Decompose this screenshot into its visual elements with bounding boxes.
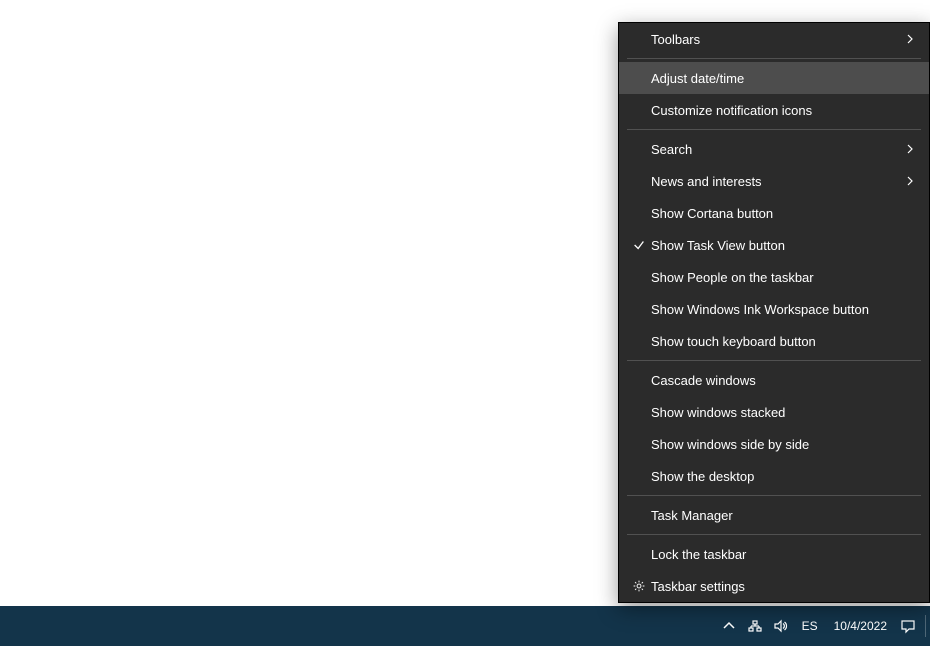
speaker-icon xyxy=(772,617,790,635)
chevron-right-icon xyxy=(903,142,917,156)
desktop: ES 10/4/2022 Toolbars Adjust date/time Cus… xyxy=(0,0,930,646)
menu-item-label: Task Manager xyxy=(651,508,917,523)
menu-item-label: Customize notification icons xyxy=(651,103,917,118)
menu-item-icon-empty xyxy=(627,31,651,47)
menu-separator xyxy=(627,360,921,361)
menu-item-label: Toolbars xyxy=(651,32,903,47)
menu-item-label: Show Windows Ink Workspace button xyxy=(651,302,917,317)
menu-item-show-ink[interactable]: Show Windows Ink Workspace button xyxy=(619,293,929,325)
menu-item-label: Cascade windows xyxy=(651,373,917,388)
menu-item-task-manager[interactable]: Task Manager xyxy=(619,499,929,531)
taskbar-context-menu: Toolbars Adjust date/time Customize notifi… xyxy=(618,22,930,603)
menu-item-icon-empty xyxy=(627,301,651,317)
menu-separator xyxy=(627,129,921,130)
menu-item-show-cortana[interactable]: Show Cortana button xyxy=(619,197,929,229)
notification-icon xyxy=(899,617,917,635)
clock-date: 10/4/2022 xyxy=(834,619,887,633)
taskbar[interactable]: ES 10/4/2022 xyxy=(0,606,930,646)
network-button[interactable] xyxy=(742,606,768,646)
language-indicator[interactable]: ES xyxy=(794,606,826,646)
menu-item-label: Show windows side by side xyxy=(651,437,917,452)
menu-item-icon-empty xyxy=(627,173,651,189)
menu-item-icon-empty xyxy=(627,333,651,349)
menu-item-stacked[interactable]: Show windows stacked xyxy=(619,396,929,428)
menu-item-icon-empty xyxy=(627,436,651,452)
chevron-right-icon xyxy=(903,32,917,46)
volume-button[interactable] xyxy=(768,606,794,646)
chevron-right-icon xyxy=(903,174,917,188)
menu-item-label: Adjust date/time xyxy=(651,71,917,86)
menu-item-show-desktop[interactable]: Show the desktop xyxy=(619,460,929,492)
menu-item-label: Lock the taskbar xyxy=(651,547,917,562)
menu-item-icon-empty xyxy=(627,468,651,484)
menu-item-search[interactable]: Search xyxy=(619,133,929,165)
show-desktop-sliver[interactable] xyxy=(925,615,926,637)
menu-item-label: Show touch keyboard button xyxy=(651,334,917,349)
menu-item-label: Show Task View button xyxy=(651,238,917,253)
network-icon xyxy=(746,617,764,635)
check-icon xyxy=(627,237,651,253)
menu-item-icon-empty xyxy=(627,205,651,221)
language-label: ES xyxy=(802,619,818,633)
tray-overflow-button[interactable] xyxy=(716,606,742,646)
menu-item-label: Taskbar settings xyxy=(651,579,917,594)
menu-item-customize-notification-icons[interactable]: Customize notification icons xyxy=(619,94,929,126)
menu-separator xyxy=(627,495,921,496)
menu-item-icon-empty xyxy=(627,507,651,523)
menu-item-icon-empty xyxy=(627,102,651,118)
menu-item-label: Show the desktop xyxy=(651,469,917,484)
menu-item-icon-empty xyxy=(627,404,651,420)
menu-item-icon-empty xyxy=(627,141,651,157)
system-tray: ES 10/4/2022 xyxy=(716,606,926,646)
menu-item-show-task-view[interactable]: Show Task View button xyxy=(619,229,929,261)
menu-item-news-interests[interactable]: News and interests xyxy=(619,165,929,197)
menu-item-label: News and interests xyxy=(651,174,903,189)
action-center-button[interactable] xyxy=(895,606,921,646)
menu-item-adjust-datetime[interactable]: Adjust date/time xyxy=(619,62,929,94)
menu-item-lock-taskbar[interactable]: Lock the taskbar xyxy=(619,538,929,570)
menu-item-show-people[interactable]: Show People on the taskbar xyxy=(619,261,929,293)
menu-item-show-touch-keyboard[interactable]: Show touch keyboard button xyxy=(619,325,929,357)
menu-item-label: Show windows stacked xyxy=(651,405,917,420)
gear-icon xyxy=(627,578,651,594)
menu-item-icon-empty xyxy=(627,70,651,86)
menu-separator xyxy=(627,58,921,59)
menu-item-label: Show People on the taskbar xyxy=(651,270,917,285)
menu-item-icon-empty xyxy=(627,546,651,562)
menu-item-label: Search xyxy=(651,142,903,157)
chevron-up-icon xyxy=(720,617,738,635)
menu-item-icon-empty xyxy=(627,269,651,285)
menu-item-side-by-side[interactable]: Show windows side by side xyxy=(619,428,929,460)
menu-item-label: Show Cortana button xyxy=(651,206,917,221)
menu-item-cascade[interactable]: Cascade windows xyxy=(619,364,929,396)
menu-separator xyxy=(627,534,921,535)
menu-item-toolbars[interactable]: Toolbars xyxy=(619,23,929,55)
menu-item-icon-empty xyxy=(627,372,651,388)
clock-button[interactable]: 10/4/2022 xyxy=(826,606,895,646)
menu-item-taskbar-settings[interactable]: Taskbar settings xyxy=(619,570,929,602)
